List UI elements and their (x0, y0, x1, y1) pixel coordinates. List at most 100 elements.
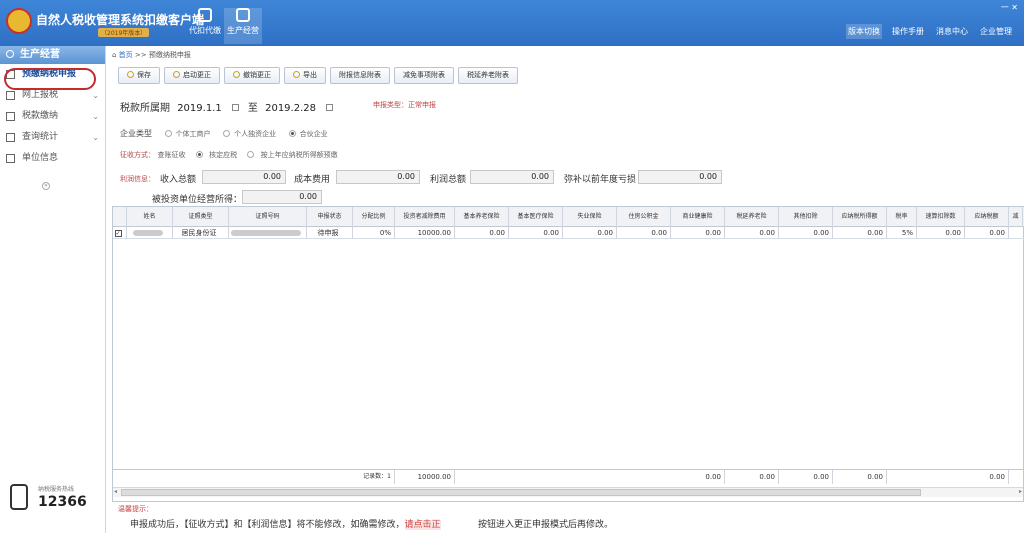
summary-health: 0.00 (671, 470, 725, 484)
income-input[interactable]: 0.00 (202, 170, 286, 184)
period-to-input[interactable]: 2019.2.28 (265, 103, 316, 114)
cost-label: 成本费用 (294, 175, 331, 185)
manual-link[interactable]: 操作手册 (890, 24, 926, 39)
sidebar-item-label: 税款缴纳 (22, 111, 59, 121)
query-icon (6, 133, 15, 142)
phone-icon (10, 484, 28, 510)
export-icon (293, 71, 300, 78)
cost-input[interactable]: 0.00 (336, 170, 420, 184)
radio-sole-proprietor[interactable] (164, 130, 172, 137)
cell-tax: 0.00 (965, 227, 1009, 239)
option-label: 合伙企业 (299, 130, 328, 138)
cell-id-type: 居民身份证 (173, 227, 229, 239)
cell-deduction: 10000.00 (395, 227, 455, 239)
start-correction-button[interactable]: 启动更正 (164, 67, 220, 84)
radio-assessed[interactable] (247, 151, 255, 158)
cell-housing: 0.00 (617, 227, 671, 239)
invested-input[interactable]: 0.00 (242, 190, 322, 204)
app-title: 自然人税收管理系统扣缴客户端 (36, 13, 205, 27)
col-housing: 住房公积金 (617, 207, 671, 227)
nav-business-label: 生产经营 (227, 26, 259, 35)
nav-business[interactable]: 生产经营 (224, 8, 262, 44)
header-links: 版本切换 操作手册 消息中心 企业管理 (846, 24, 1014, 39)
sidebar-item-unit-info[interactable]: 单位信息 (0, 148, 105, 169)
table-summary: 记录数：1 10000.00 0.00 0.00 0.00 0.00 0.00 (113, 469, 1024, 484)
profit-label: 利润总额 (430, 175, 467, 185)
sidebar-header: 生产经营 (0, 46, 105, 64)
radio-partnership[interactable] (288, 130, 296, 137)
col-tax: 应纳税额 (965, 207, 1009, 227)
radio-individual-enterprise[interactable] (223, 130, 231, 137)
chevron-down-icon: ⌄ (92, 91, 99, 100)
col-medical: 基本医疗保险 (509, 207, 563, 227)
scroll-right-icon[interactable]: ▸ (1019, 488, 1022, 495)
tips-line-1-text: 申报成功后，【征收方式】和【利润信息】将不能修改，如确需修改， (130, 520, 405, 530)
option-label: 个人独资企业 (234, 130, 277, 138)
col-check (113, 207, 127, 227)
nav-withholding-label: 代扣代缴 (189, 26, 221, 35)
calendar-icon[interactable] (326, 104, 333, 111)
income-label: 收入总额 (160, 175, 197, 185)
summary-tax: 0.00 (965, 470, 1009, 484)
version-switch-link[interactable]: 版本切换 (846, 24, 882, 39)
radio-audit[interactable] (195, 151, 203, 158)
summary-taxable: 0.00 (833, 470, 887, 484)
payment-icon (6, 112, 15, 121)
sidebar-item-query[interactable]: 查询统计 ⌄ (0, 127, 105, 148)
attachment-info-button[interactable]: 附报信息附表 (330, 67, 390, 84)
period-from-input[interactable]: 2019.1.1 (177, 103, 222, 114)
exemption-button[interactable]: 减免事项附表 (394, 67, 454, 84)
col-pension: 基本养老保险 (455, 207, 509, 227)
export-button[interactable]: 导出 (284, 67, 326, 84)
export-label: 导出 (303, 71, 317, 79)
cancel-correction-button[interactable]: 撤销更正 (224, 67, 280, 84)
tax-emblem-icon (6, 8, 32, 34)
window-controls[interactable]: 一 ✕ (1001, 2, 1018, 13)
cell-name-redacted (127, 227, 173, 239)
scroll-thumb[interactable] (121, 489, 921, 496)
summary-deduction: 10000.00 (395, 470, 455, 484)
edit-icon (173, 71, 180, 78)
option-label: 查账征收 (157, 151, 186, 159)
building-icon (6, 154, 15, 163)
enterprise-link[interactable]: 企业管理 (978, 24, 1014, 39)
save-button[interactable]: 保存 (118, 67, 160, 84)
settings-icon (6, 50, 14, 58)
sidebar-item-label: 单位信息 (22, 153, 59, 163)
col-deduction: 投资者减除费用 (395, 207, 455, 227)
sidebar: 生产经营 预缴纳税申报 网上报税 ⌄ 税款缴纳 ⌄ 查询统计 ⌄ 单位信息 « … (0, 46, 106, 533)
sidebar-item-payment[interactable]: 税款缴纳 ⌄ (0, 106, 105, 127)
cancel-correction-label: 撤销更正 (243, 71, 271, 79)
home-icon: ⌂ (112, 51, 119, 59)
cell-medical: 0.00 (509, 227, 563, 239)
cell-health: 0.00 (671, 227, 725, 239)
table-header: 姓名 证照类型 证照号码 申报状态 分配比例 投资者减除费用 基本养老保险 基本… (113, 207, 1024, 227)
calendar-icon[interactable] (231, 104, 239, 111)
tips-title: 温馨提示： (118, 505, 153, 513)
breadcrumb-sep: >> (134, 51, 147, 59)
cell-deferred: 0.00 (725, 227, 779, 239)
col-name: 姓名 (127, 207, 173, 227)
summary-other: 0.00 (779, 470, 833, 484)
scroll-left-icon[interactable]: ◂ (114, 488, 117, 495)
pension-button[interactable]: 税延养老附表 (458, 67, 518, 84)
nav-withholding[interactable]: 代扣代缴 (186, 8, 224, 44)
profit-info-label: 利润信息： (120, 175, 155, 183)
row-checkbox[interactable]: ✓ (113, 227, 127, 239)
horizontal-scrollbar[interactable]: ◂ ▸ (113, 487, 1023, 497)
app-version-badge: （2019年版本） (98, 28, 150, 37)
summary-deferred: 0.00 (725, 470, 779, 484)
breadcrumb-home[interactable]: 首页 (119, 51, 133, 59)
collapse-icon[interactable]: « (42, 182, 50, 190)
option-label: 按上年应纳税所得额预缴 (260, 151, 338, 159)
col-unemployment: 失业保险 (563, 207, 617, 227)
loss-input[interactable]: 0.00 (638, 170, 722, 184)
table-row[interactable]: ✓ 居民身份证 待申报 0% 10000.00 0.00 0.00 0.00 0… (113, 227, 1024, 239)
tax-period: 税款所属期 2019.1.1 至 2019.2.28 (120, 99, 339, 114)
enterprise-type-label: 企业类型 (120, 129, 152, 138)
profit-input[interactable]: 0.00 (470, 170, 554, 184)
col-health: 商业健康险 (671, 207, 725, 227)
cell-status: 待申报 (307, 227, 353, 239)
message-center-link[interactable]: 消息中心 (934, 24, 970, 39)
cell-ratio: 0% (353, 227, 395, 239)
